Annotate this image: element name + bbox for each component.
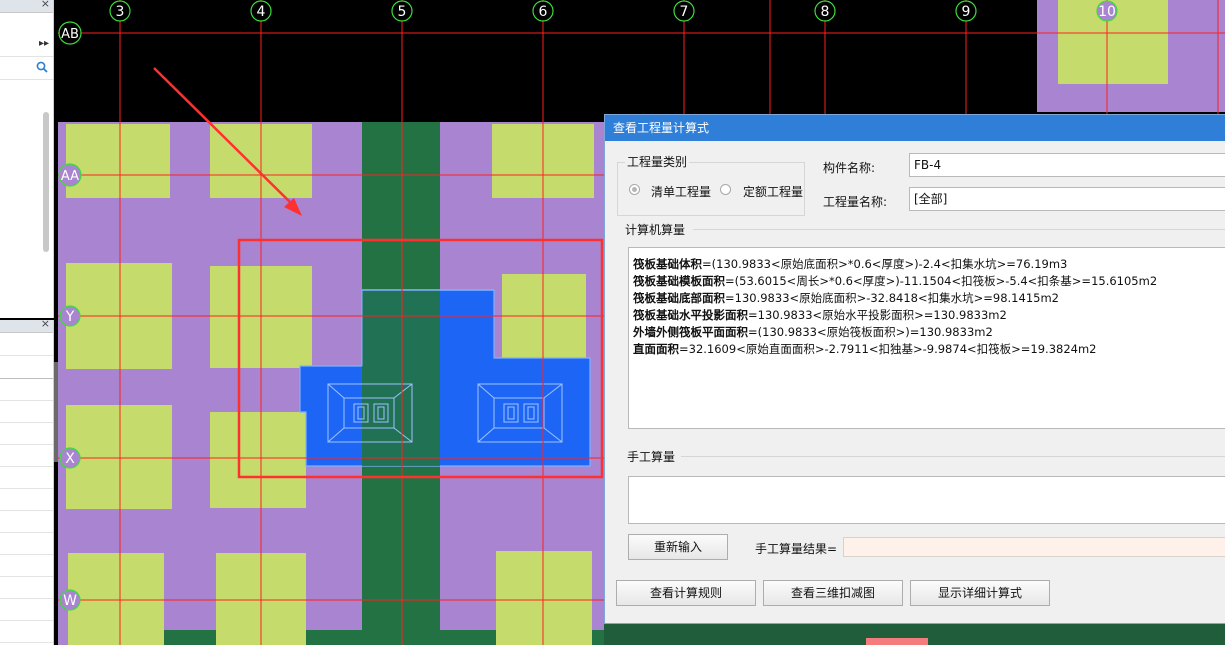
manual-calc-label: 手工算量 — [627, 450, 676, 464]
svg-text:AA: AA — [61, 169, 79, 184]
list-item[interactable] — [0, 445, 53, 467]
component-name-field[interactable]: FB-4 — [909, 153, 1225, 177]
formula-line-5: 外墙外侧筏板平面面积=(130.9833<原始筏板面积>)=130.9833m2 — [633, 325, 993, 339]
radio-quota-label[interactable]: 定额工程量 — [743, 183, 803, 200]
left-top-titlebar: × — [0, 0, 53, 13]
column-pad — [66, 405, 172, 509]
axis-bubble-col-6: 6 — [532, 0, 554, 22]
chevron-right-icon[interactable]: ▸▸ — [39, 38, 49, 49]
list-item[interactable] — [0, 423, 53, 445]
axis-bubble-col-9: 9 — [955, 0, 977, 22]
left-scrollbar[interactable] — [43, 112, 49, 252]
left-search-row[interactable] — [0, 57, 53, 80]
svg-text:AB: AB — [61, 27, 79, 42]
reenter-button[interactable]: 重新输入 — [628, 534, 728, 560]
list-item[interactable] — [0, 555, 53, 577]
formula-line-6: 直面面积=32.1609<原始直面面积>-2.7911<扣独基>-9.9874<… — [633, 342, 1097, 356]
list-item[interactable] — [0, 379, 53, 401]
list-item[interactable] — [0, 401, 53, 423]
app-window: × ▸▸ × 3 4 5 6 7 8 9 10 AB AA Y X W 查看工程… — [0, 0, 1225, 645]
dialog-title[interactable]: 查看工程量计算式 — [605, 115, 1225, 141]
svg-text:8: 8 — [821, 4, 830, 20]
manual-result-field[interactable] — [843, 537, 1225, 557]
cad-pink-element — [866, 638, 928, 645]
svg-text:10: 10 — [1098, 4, 1116, 20]
list-item[interactable] — [0, 356, 53, 379]
divider — [681, 456, 1225, 457]
axis-bubble-col-4: 4 — [250, 0, 272, 22]
close-icon[interactable]: × — [41, 317, 50, 330]
radio-list-label[interactable]: 清单工程量 — [651, 183, 711, 200]
formula-line-1: 筏板基础体积=(130.9833<原始底面积>*0.6<厚度>)-2.4<扣集水… — [633, 257, 1068, 271]
left-bottom-panel: × — [0, 317, 54, 645]
component-name-label: 构件名称: — [823, 161, 876, 175]
search-icon[interactable] — [35, 59, 49, 75]
divider — [693, 229, 1225, 230]
column-pad — [496, 551, 592, 645]
list-item[interactable] — [0, 489, 53, 511]
svg-text:6: 6 — [539, 4, 548, 20]
list-item[interactable] — [0, 621, 53, 643]
quantity-formula-dialog: 查看工程量计算式 工程量类别 清单工程量 定额工程量 构件名称: FB-4 工程… — [604, 114, 1225, 624]
column-pad — [210, 412, 306, 508]
svg-text:3: 3 — [116, 4, 125, 20]
svg-text:9: 9 — [962, 4, 971, 20]
radio-list-quantity[interactable] — [629, 184, 640, 195]
svg-text:X: X — [65, 451, 75, 467]
formula-line-4: 筏板基础水平投影面积=130.9833<原始水平投影面积>=130.9833m2 — [633, 308, 1007, 322]
axis-bubble-row-ab: AB — [58, 21, 82, 45]
column-pad — [68, 553, 164, 645]
axis-bubble-col-3: 3 — [109, 0, 131, 22]
left-bottom-titlebar: × — [0, 317, 53, 333]
axis-bubble-row-aa: AA — [58, 163, 82, 187]
axis-bubble-col-10: 10 — [1096, 0, 1118, 22]
view-rules-button[interactable]: 查看计算规则 — [616, 580, 756, 606]
quantity-type-label: 工程量类别 — [625, 153, 690, 170]
axis-bubble-row-w: W — [59, 589, 81, 611]
axis-bubble-row-x: X — [59, 447, 81, 469]
show-detail-formula-button[interactable]: 显示详细计算式 — [910, 580, 1050, 606]
list-item[interactable] — [0, 599, 53, 621]
quantity-name-select[interactable]: [全部] — [909, 187, 1225, 211]
axis-bubble-col-8: 8 — [814, 0, 836, 22]
left-top-panel: × ▸▸ — [0, 0, 54, 318]
radio-quota-quantity[interactable] — [720, 184, 731, 195]
svg-text:4: 4 — [257, 4, 266, 20]
view-3d-deduction-button[interactable]: 查看三维扣减图 — [763, 580, 903, 606]
manual-result-label: 手工算量结果= — [755, 542, 838, 556]
list-item[interactable] — [0, 333, 53, 356]
column-pad — [66, 124, 170, 198]
manual-calc-textarea[interactable] — [628, 476, 1225, 524]
svg-text:W: W — [63, 593, 77, 609]
computer-calc-textarea[interactable]: 筏板基础体积=(130.9833<原始底面积>*0.6<厚度>)-2.4<扣集水… — [628, 247, 1225, 429]
left-top-toolbar: ▸▸ — [0, 34, 53, 57]
svg-text:5: 5 — [398, 4, 407, 20]
close-icon[interactable]: × — [41, 0, 50, 10]
list-item[interactable] — [0, 577, 53, 599]
list-item[interactable] — [0, 533, 53, 555]
list-item[interactable] — [0, 467, 53, 489]
axis-bubble-col-5: 5 — [391, 0, 413, 22]
svg-text:Y: Y — [65, 309, 75, 325]
formula-line-3: 筏板基础底部面积=130.9833<原始底面积>-32.8418<扣集水坑>=9… — [633, 291, 1059, 305]
computer-calc-label: 计算机算量 — [625, 223, 686, 237]
quantity-name-label: 工程量名称: — [823, 195, 888, 209]
axis-bubble-row-y: Y — [59, 305, 81, 327]
formula-line-2: 筏板基础模板面积=(53.6015<周长>*0.6<厚度>)-11.1504<扣… — [633, 274, 1158, 288]
list-item[interactable] — [0, 511, 53, 533]
axis-bubble-col-7: 7 — [673, 0, 695, 22]
svg-text:7: 7 — [680, 4, 689, 20]
